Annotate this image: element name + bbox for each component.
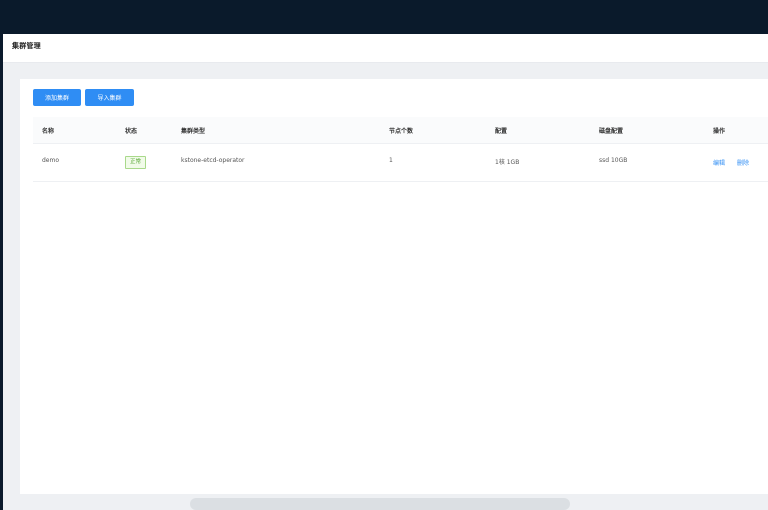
edit-link[interactable]: 编辑 (713, 158, 725, 167)
app-window: 集群管理 添加集群 导入集群 名称 状态 集群类型 节点个数 配置 磁盘配置 操… (3, 34, 768, 510)
delete-link[interactable]: 删除 (737, 158, 749, 167)
column-header-type: 集群类型 (181, 128, 206, 135)
add-cluster-button[interactable]: 添加集群 (33, 89, 81, 106)
title-bar: 集群管理 (3, 34, 768, 63)
screen-top-bezel (0, 0, 768, 34)
page-title: 集群管理 (12, 42, 41, 50)
cell-type: kstone-etcd-operator (181, 157, 245, 164)
column-header-config: 配置 (495, 128, 508, 135)
cell-nodes: 1 (389, 157, 393, 164)
cell-config: 1核 1GB (495, 159, 520, 166)
import-cluster-button[interactable]: 导入集群 (85, 89, 134, 106)
cell-name[interactable]: demo (42, 157, 59, 164)
column-header-name: 名称 (42, 128, 55, 135)
table-header: 名称 状态 集群类型 节点个数 配置 磁盘配置 操作 (33, 117, 768, 144)
content-panel: 添加集群 导入集群 名称 状态 集群类型 节点个数 配置 磁盘配置 操作 dem… (20, 79, 768, 494)
column-header-actions: 操作 (713, 128, 726, 135)
status-badge: 正常 (125, 156, 147, 169)
column-header-nodes: 节点个数 (389, 128, 414, 135)
column-header-disk: 磁盘配置 (599, 128, 624, 135)
monitor-stand-shadow (190, 498, 570, 510)
cell-disk: ssd 10GB (599, 157, 628, 164)
column-header-status: 状态 (125, 128, 138, 135)
table-row: demo 正常 kstone-etcd-operator 1 1核 1GB ss… (33, 144, 768, 182)
